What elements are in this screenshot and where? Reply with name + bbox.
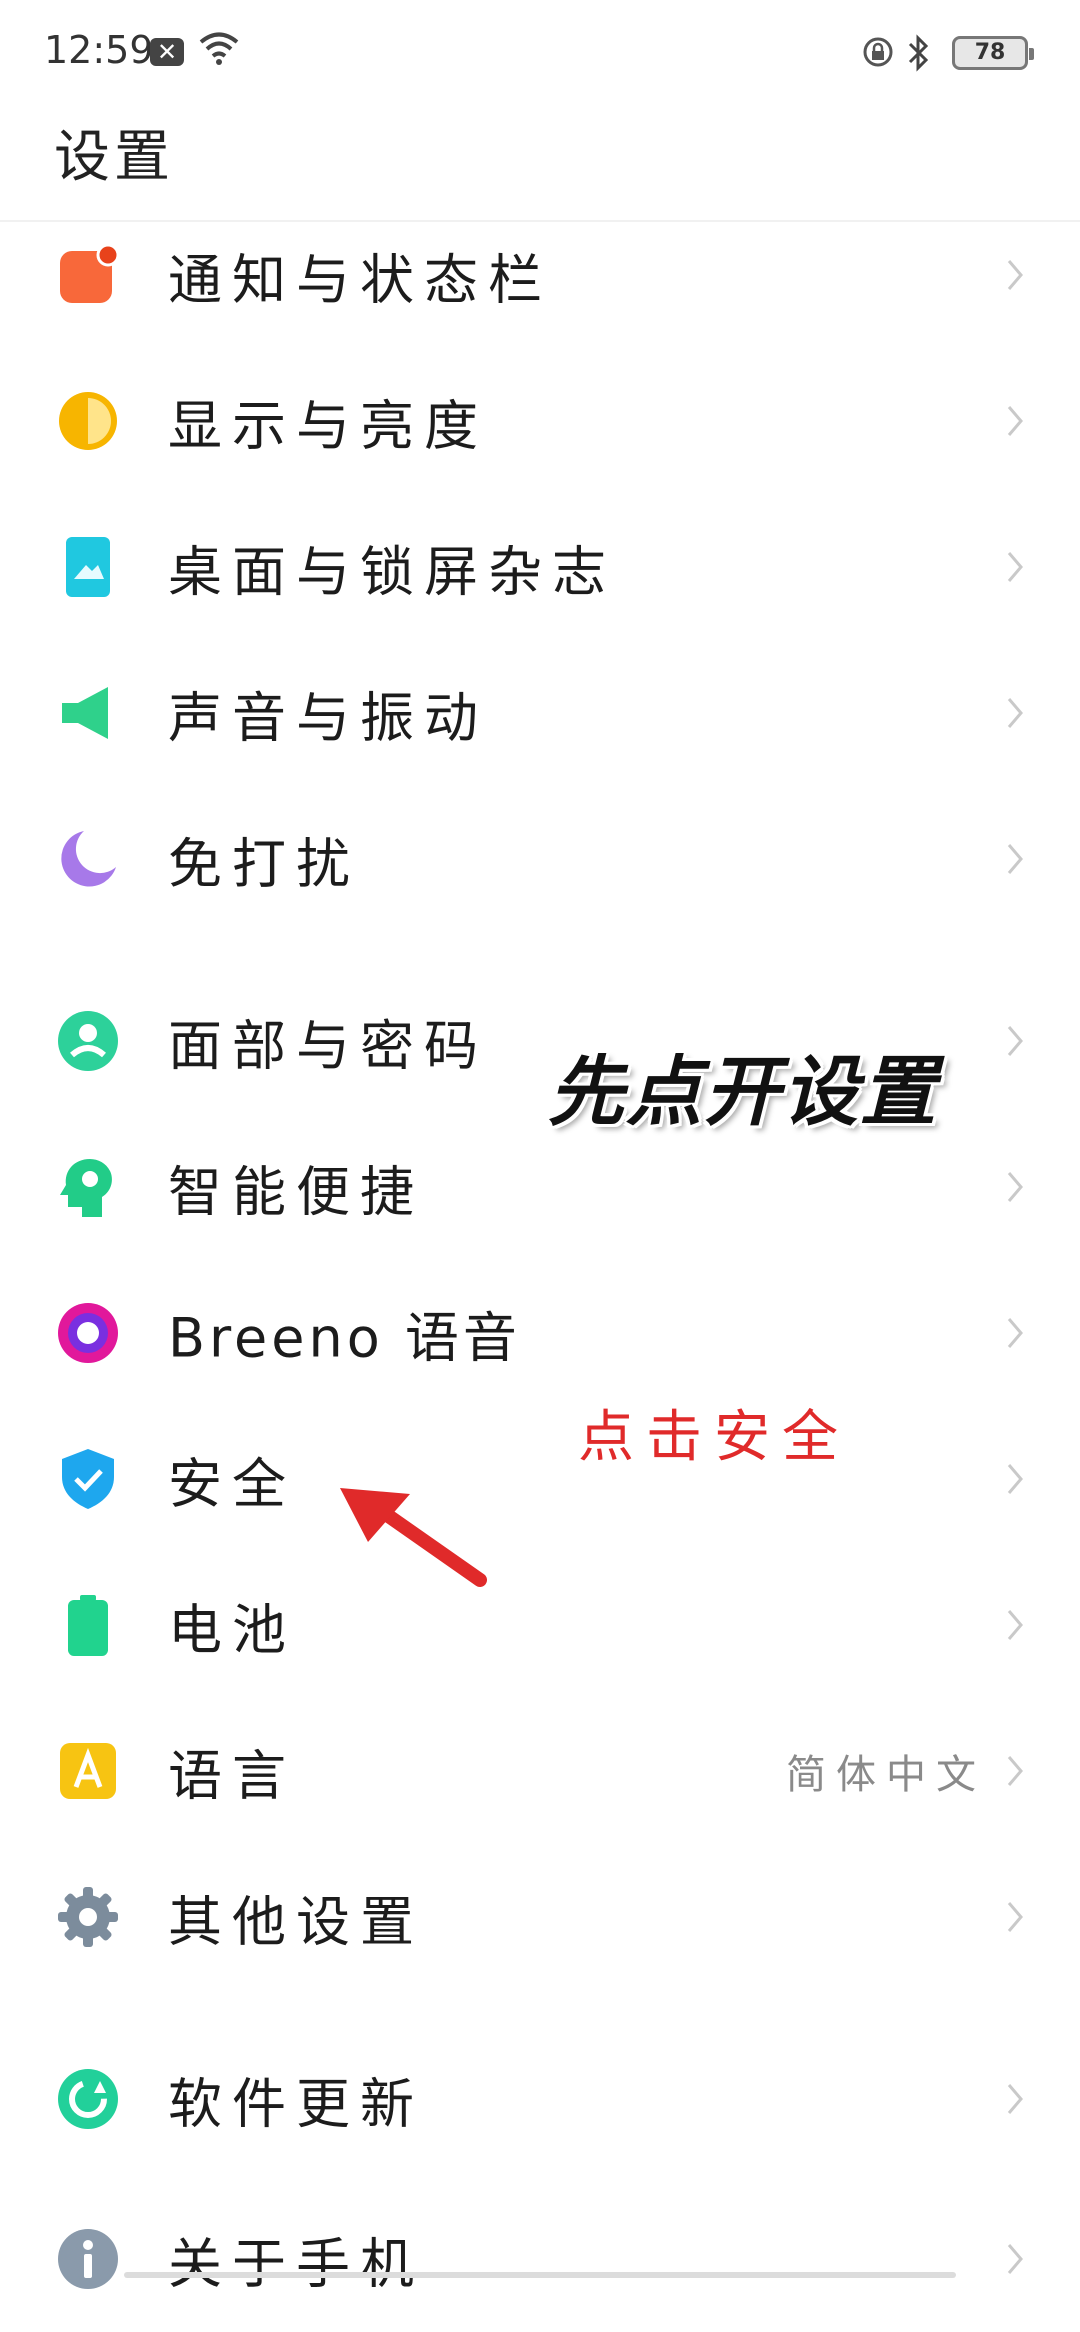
chevron-right-icon xyxy=(1007,844,1023,874)
brightness-icon xyxy=(59,392,117,450)
chevron-right-icon xyxy=(1007,1902,1023,1932)
home-indicator[interactable] xyxy=(124,2272,956,2278)
settings-item-breeno-voice[interactable]: Breeno 语音 xyxy=(0,1260,1080,1406)
settings-item-label: 面部与密码 xyxy=(168,1014,488,1078)
moon-icon xyxy=(61,831,116,887)
chevron-right-icon xyxy=(1007,406,1023,436)
chevron-right-icon xyxy=(1007,1172,1023,1202)
language-value: 简体中文 xyxy=(786,1752,986,1798)
settings-item-label: 通知与状态栏 xyxy=(168,248,552,312)
smart-head-icon xyxy=(60,1159,112,1217)
settings-item-sound[interactable]: 声音与振动 xyxy=(0,640,1080,786)
settings-item-wallpaper[interactable]: 桌面与锁屏杂志 xyxy=(0,494,1080,640)
settings-item-display[interactable]: 显示与亮度 xyxy=(0,348,1080,494)
settings-item-label: 安全 xyxy=(168,1452,296,1516)
update-icon xyxy=(58,2069,118,2129)
chevron-right-icon xyxy=(1007,698,1023,728)
settings-item-label: 语言 xyxy=(168,1744,296,1808)
info-icon xyxy=(58,2229,118,2289)
chevron-right-icon xyxy=(1007,1318,1023,1348)
settings-item-label: 智能便捷 xyxy=(168,1160,424,1224)
chevron-right-icon xyxy=(1007,1464,1023,1494)
overlay-hint: 点击安全 xyxy=(578,1405,850,1470)
settings-item-battery[interactable]: 电池 xyxy=(0,1552,1080,1698)
shield-icon xyxy=(62,1449,114,1509)
settings-item-label: 软件更新 xyxy=(168,2072,424,2136)
arrow-pointer-icon xyxy=(340,1488,487,1587)
chevron-right-icon xyxy=(1007,2244,1023,2274)
settings-item-label: 电池 xyxy=(168,1598,296,1662)
speaker-icon xyxy=(62,687,108,739)
settings-item-label: 免打扰 xyxy=(168,832,360,896)
chevron-right-icon xyxy=(1007,1026,1023,1056)
settings-item-software-update[interactable]: 软件更新 xyxy=(0,2026,1080,2172)
gear-icon xyxy=(58,1887,118,1947)
language-icon xyxy=(60,1743,116,1799)
chevron-right-icon xyxy=(1007,2084,1023,2114)
battery-icon xyxy=(68,1595,108,1656)
chevron-right-icon xyxy=(1007,1756,1023,1786)
settings-item-do-not-disturb[interactable]: 免打扰 xyxy=(0,786,1080,932)
chevron-right-icon xyxy=(1007,552,1023,582)
settings-item-label: 其他设置 xyxy=(168,1890,424,1954)
breeno-icon xyxy=(58,1303,118,1363)
notification-icon xyxy=(60,243,120,303)
settings-item-security[interactable]: 安全 xyxy=(0,1406,1080,1552)
settings-item-label: Breeno 语音 xyxy=(168,1306,521,1370)
overlay-caption: 先点开设置 xyxy=(548,1047,938,1136)
wallpaper-icon xyxy=(66,537,110,597)
settings-item-label: 显示与亮度 xyxy=(168,394,488,458)
settings-item-label: 声音与振动 xyxy=(168,686,488,750)
settings-item-language[interactable]: 语言 简体中文 xyxy=(0,1698,1080,1844)
settings-item-label: 关于手机 xyxy=(168,2232,424,2296)
chevron-right-icon xyxy=(1007,1610,1023,1640)
settings-item-notifications[interactable]: 通知与状态栏 xyxy=(0,202,1080,348)
settings-item-label: 桌面与锁屏杂志 xyxy=(168,540,616,604)
settings-item-other-settings[interactable]: 其他设置 xyxy=(0,1844,1080,1990)
face-icon xyxy=(58,1011,118,1071)
chevron-right-icon xyxy=(1007,260,1023,290)
settings-item-about-phone[interactable]: 关于手机 xyxy=(0,2186,1080,2332)
